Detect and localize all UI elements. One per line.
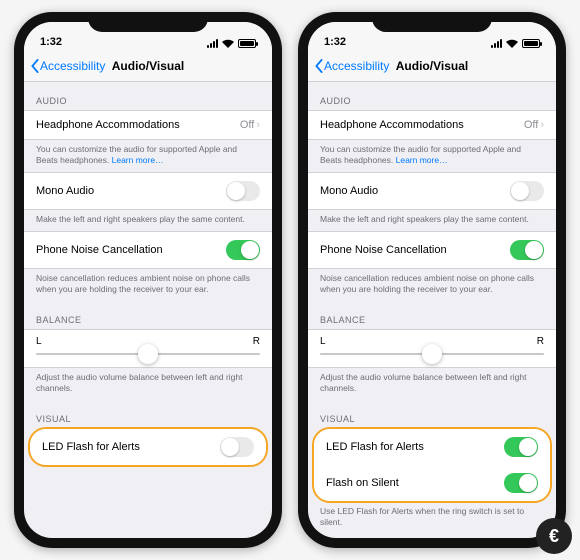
- toggle-noise[interactable]: [226, 240, 260, 260]
- row-flash-silent[interactable]: Flash on Silent: [314, 465, 550, 501]
- slider-thumb[interactable]: [422, 344, 442, 364]
- learn-more-link[interactable]: Learn more…: [396, 155, 448, 165]
- battery-icon: [238, 39, 256, 48]
- screen: 1:32 Accessibility Audio/Visual AUDIO He…: [24, 22, 272, 538]
- section-audio: AUDIO: [24, 82, 272, 110]
- chevron-left-icon: [314, 59, 324, 73]
- row-value: Off ›: [240, 119, 260, 131]
- back-label: Accessibility: [324, 59, 389, 73]
- price-badge-icon: €: [536, 518, 572, 554]
- chevron-right-icon: ›: [256, 119, 260, 131]
- section-balance: BALANCE: [24, 301, 272, 329]
- slider-thumb[interactable]: [138, 344, 158, 364]
- toggle-flash-silent[interactable]: [504, 473, 538, 493]
- row-mono[interactable]: Mono Audio: [308, 172, 556, 210]
- notch: [372, 12, 492, 32]
- balance-control: L R: [308, 329, 556, 368]
- row-headphone[interactable]: Headphone Accommodations Off ›: [308, 110, 556, 140]
- status-time: 1:32: [324, 36, 346, 48]
- screen: 1:32 Accessibility Audio/Visual AUDIO He…: [308, 22, 556, 538]
- toggle-led[interactable]: [220, 437, 254, 457]
- row-mono[interactable]: Mono Audio: [24, 172, 272, 210]
- footer-balance: Adjust the audio volume balance between …: [24, 368, 272, 400]
- row-label: LED Flash for Alerts: [326, 441, 424, 453]
- row-label: Mono Audio: [320, 185, 378, 197]
- footer-led: Use LED Flash for Alerts when the ring s…: [308, 502, 556, 534]
- highlight-ring: LED Flash for Alerts: [28, 427, 268, 467]
- row-led[interactable]: LED Flash for Alerts: [314, 429, 550, 465]
- balance-left-label: L: [320, 336, 326, 347]
- balance-left-label: L: [36, 336, 42, 347]
- row-label: Phone Noise Cancellation: [320, 244, 447, 256]
- row-label: LED Flash for Alerts: [42, 441, 140, 453]
- page-title: Audio/Visual: [396, 59, 468, 73]
- balance-slider[interactable]: [320, 353, 544, 355]
- balance-slider[interactable]: [36, 353, 260, 355]
- page-title: Audio/Visual: [112, 59, 184, 73]
- wifi-icon: [222, 39, 234, 48]
- nav-bar: Accessibility Audio/Visual: [308, 50, 556, 82]
- toggle-mono[interactable]: [510, 181, 544, 201]
- row-label: Phone Noise Cancellation: [36, 244, 163, 256]
- section-audio: AUDIO: [308, 82, 556, 110]
- value-text: Off: [240, 119, 254, 131]
- footer-headphone: You can customize the audio for supporte…: [24, 140, 272, 172]
- row-noise[interactable]: Phone Noise Cancellation: [24, 231, 272, 269]
- section-visual: VISUAL: [24, 400, 272, 428]
- wifi-icon: [506, 39, 518, 48]
- notch: [88, 12, 208, 32]
- section-balance: BALANCE: [308, 301, 556, 329]
- row-headphone[interactable]: Headphone Accommodations Off ›: [24, 110, 272, 140]
- balance-control: L R: [24, 329, 272, 368]
- balance-right-label: R: [253, 336, 260, 347]
- row-label: Mono Audio: [36, 185, 94, 197]
- row-label: Headphone Accommodations: [320, 119, 464, 131]
- row-led[interactable]: LED Flash for Alerts: [30, 429, 266, 465]
- footer-headphone: You can customize the audio for supporte…: [308, 140, 556, 172]
- footer-noise: Noise cancellation reduces ambient noise…: [308, 269, 556, 301]
- status-time: 1:32: [40, 36, 62, 48]
- status-indicators: [491, 39, 540, 48]
- chevron-left-icon: [30, 59, 40, 73]
- balance-right-label: R: [537, 336, 544, 347]
- nav-bar: Accessibility Audio/Visual: [24, 50, 272, 82]
- row-value: Off ›: [524, 119, 544, 131]
- battery-icon: [522, 39, 540, 48]
- back-button[interactable]: Accessibility: [30, 59, 105, 73]
- back-button[interactable]: Accessibility: [314, 59, 389, 73]
- row-label: Headphone Accommodations: [36, 119, 180, 131]
- toggle-led[interactable]: [504, 437, 538, 457]
- section-visual: VISUAL: [308, 400, 556, 428]
- highlight-ring: LED Flash for Alerts Flash on Silent: [312, 427, 552, 503]
- footer-balance: Adjust the audio volume balance between …: [308, 368, 556, 400]
- row-noise[interactable]: Phone Noise Cancellation: [308, 231, 556, 269]
- signal-icon: [491, 39, 502, 48]
- value-text: Off: [524, 119, 538, 131]
- learn-more-link[interactable]: Learn more…: [112, 155, 164, 165]
- phone-right: 1:32 Accessibility Audio/Visual AUDIO He…: [298, 12, 566, 548]
- toggle-mono[interactable]: [226, 181, 260, 201]
- phone-left: 1:32 Accessibility Audio/Visual AUDIO He…: [14, 12, 282, 548]
- back-label: Accessibility: [40, 59, 105, 73]
- footer-noise: Noise cancellation reduces ambient noise…: [24, 269, 272, 301]
- footer-mono: Make the left and right speakers play th…: [308, 210, 556, 231]
- row-label: Flash on Silent: [326, 477, 399, 489]
- footer-mono: Make the left and right speakers play th…: [24, 210, 272, 231]
- signal-icon: [207, 39, 218, 48]
- status-indicators: [207, 39, 256, 48]
- chevron-right-icon: ›: [540, 119, 544, 131]
- toggle-noise[interactable]: [510, 240, 544, 260]
